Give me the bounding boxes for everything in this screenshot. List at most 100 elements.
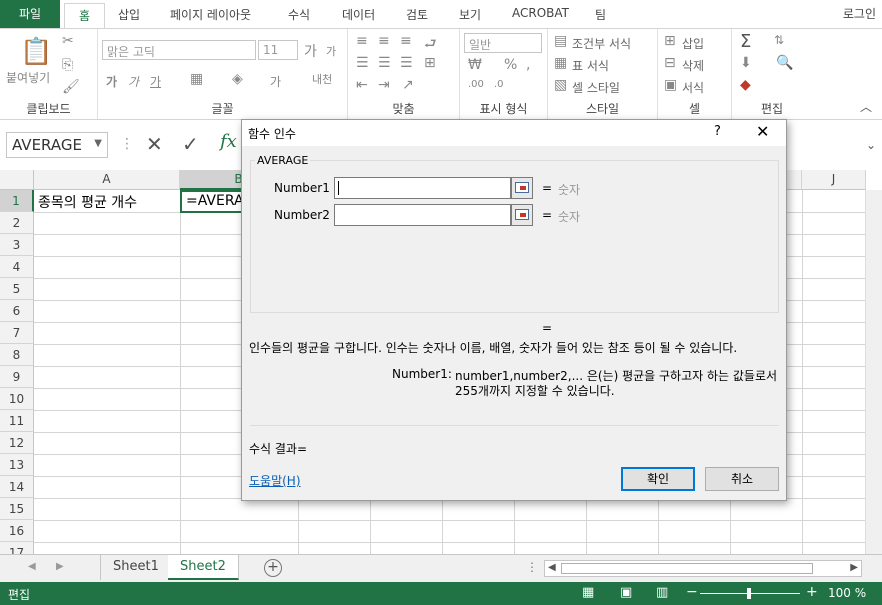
number1-input[interactable] <box>334 177 511 199</box>
zoom-slider-knob[interactable] <box>747 588 751 599</box>
tab-file[interactable]: 파일 <box>0 0 60 28</box>
grow-font-icon[interactable]: 가 <box>304 41 317 61</box>
conditional-format-button[interactable]: 조건부 서식 <box>572 35 631 52</box>
row-header-12[interactable]: 12 <box>0 432 34 454</box>
currency-icon[interactable]: ₩ <box>468 57 482 73</box>
page-break-view-icon[interactable]: ▥ <box>656 585 668 600</box>
scroll-sheets-left-icon[interactable]: ◀ <box>28 561 36 572</box>
horizontal-scrollbar[interactable]: ◀ ▶ <box>544 560 862 577</box>
delete-cells-button[interactable]: 삭제 <box>682 57 704 74</box>
tab-page-layout[interactable]: 페이지 레이아웃 <box>170 6 251 23</box>
insert-function-icon[interactable]: fx <box>220 131 237 152</box>
orientation-icon[interactable]: ↗ <box>402 77 414 93</box>
align-top-icon[interactable]: ≡ <box>356 33 368 49</box>
page-layout-view-icon[interactable]: ▣ <box>620 585 632 600</box>
sort-filter-icon[interactable]: ⇅ <box>774 33 784 47</box>
column-header-j[interactable]: J <box>802 170 866 190</box>
number2-input[interactable] <box>334 204 511 226</box>
tab-review[interactable]: 검토 <box>406 6 428 23</box>
autosum-icon[interactable]: Σ <box>740 31 751 52</box>
clear-icon[interactable]: ◆ <box>740 77 751 93</box>
align-middle-icon[interactable]: ≡ <box>378 33 390 49</box>
row-header-6[interactable]: 6 <box>0 300 34 322</box>
percent-icon[interactable]: % <box>504 57 517 73</box>
row-header-15[interactable]: 15 <box>0 498 34 520</box>
login-link[interactable]: 로그인 <box>843 5 876 22</box>
fill-icon[interactable]: ⬇ <box>740 55 752 71</box>
find-select-icon[interactable]: 🔍 <box>776 55 793 71</box>
cancel-button[interactable]: 취소 <box>705 467 779 491</box>
tab-view[interactable]: 보기 <box>459 6 481 23</box>
table-format-button[interactable]: 표 서식 <box>572 57 609 74</box>
cell-a1[interactable]: 종목의 평균 개수 <box>38 192 137 212</box>
row-header-4[interactable]: 4 <box>0 256 34 278</box>
cell-b1-active[interactable]: =AVERAGE( <box>180 190 250 213</box>
row-header-16[interactable]: 16 <box>0 520 34 542</box>
tab-formulas[interactable]: 수식 <box>288 6 310 23</box>
zoom-level[interactable]: 100 % <box>828 586 866 600</box>
vertical-scrollbar[interactable] <box>865 190 882 554</box>
row-header-9[interactable]: 9 <box>0 366 34 388</box>
row-header-11[interactable]: 11 <box>0 410 34 432</box>
format-cells-button[interactable]: 서식 <box>682 79 704 96</box>
cell-style-button[interactable]: 셀 스타일 <box>572 79 620 96</box>
ok-button[interactable]: 확인 <box>621 467 695 491</box>
increase-decimal-icon[interactable]: .00 <box>468 79 484 90</box>
align-center-icon[interactable]: ☰ <box>378 55 391 71</box>
fill-color-icon[interactable]: ◈ <box>232 71 243 87</box>
select-all-corner[interactable] <box>0 170 34 190</box>
row-header-1[interactable]: 1 <box>0 190 34 212</box>
align-bottom-icon[interactable]: ≡ <box>400 33 412 49</box>
row-header-7[interactable]: 7 <box>0 322 34 344</box>
scroll-right-icon[interactable]: ▶ <box>850 562 858 573</box>
collapse-ribbon-icon[interactable]: ︿ <box>860 98 872 115</box>
name-box[interactable]: AVERAGE ▼ <box>6 132 108 158</box>
comma-icon[interactable]: , <box>526 57 530 73</box>
copy-icon[interactable]: ⎘ <box>62 57 73 73</box>
font-name-box[interactable]: 맑은 고딕 <box>102 40 256 60</box>
number-format-box[interactable]: 일반 <box>464 33 542 53</box>
font-size-box[interactable]: 11 <box>258 40 298 60</box>
help-icon[interactable]: ? <box>714 124 721 139</box>
normal-view-icon[interactable]: ▦ <box>582 585 594 600</box>
confirm-formula-icon[interactable]: ✓ <box>182 132 199 156</box>
font-color-icon[interactable]: 가 <box>270 73 281 90</box>
scroll-thumb[interactable] <box>561 563 813 574</box>
row-header-8[interactable]: 8 <box>0 344 34 366</box>
chevron-down-icon[interactable]: ▼ <box>94 138 102 149</box>
cancel-formula-icon[interactable]: ✕ <box>146 132 163 156</box>
align-left-icon[interactable]: ☰ <box>356 55 369 71</box>
row-header-2[interactable]: 2 <box>0 212 34 234</box>
expand-formula-bar-icon[interactable]: ⌄ <box>866 138 876 152</box>
row-header-5[interactable]: 5 <box>0 278 34 300</box>
tab-insert[interactable]: 삽입 <box>118 6 140 23</box>
tab-acrobat[interactable]: ACROBAT <box>512 6 569 20</box>
shrink-font-icon[interactable]: 가 <box>326 43 336 59</box>
increase-indent-icon[interactable]: ⇥ <box>378 77 390 93</box>
insert-cells-button[interactable]: 삽입 <box>682 35 704 52</box>
sheet-tab-sheet1[interactable]: Sheet1 <box>100 555 172 580</box>
sheet-tab-sheet2[interactable]: Sheet2 <box>168 555 239 580</box>
format-painter-icon[interactable]: 🖌 <box>62 79 80 95</box>
cut-icon[interactable]: ✂ <box>62 33 74 49</box>
help-link[interactable]: 도움말(H) <box>249 472 301 489</box>
bold-icon[interactable]: 가 <box>106 73 117 90</box>
italic-icon[interactable]: 가 <box>128 73 139 90</box>
paste-button[interactable]: 붙여넣기 <box>6 69 50 86</box>
column-header-a[interactable]: A <box>34 170 180 190</box>
tab-team[interactable]: 팀 <box>595 6 606 23</box>
decrease-indent-icon[interactable]: ⇤ <box>356 77 368 93</box>
scroll-left-icon[interactable]: ◀ <box>548 562 556 573</box>
tab-data[interactable]: 데이터 <box>342 6 375 23</box>
number1-range-select-button[interactable] <box>511 177 533 199</box>
dialog-titlebar[interactable]: 함수 인수 ? ✕ <box>242 120 786 146</box>
close-icon[interactable]: ✕ <box>756 122 769 141</box>
number2-range-select-button[interactable] <box>511 204 533 226</box>
row-header-14[interactable]: 14 <box>0 476 34 498</box>
row-header-3[interactable]: 3 <box>0 234 34 256</box>
scroll-sheets-right-icon[interactable]: ▶ <box>56 561 64 572</box>
row-header-10[interactable]: 10 <box>0 388 34 410</box>
tab-home[interactable]: 홈 <box>64 3 106 29</box>
add-sheet-icon[interactable]: + <box>264 559 282 577</box>
row-header-13[interactable]: 13 <box>0 454 34 476</box>
